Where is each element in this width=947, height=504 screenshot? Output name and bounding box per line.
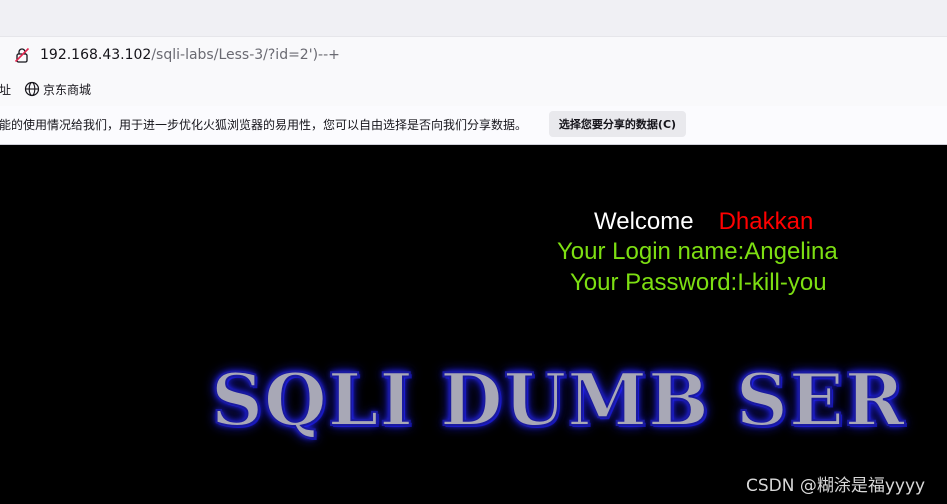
notification-bar: 能的使用情况给我们，用于进一步优化火狐浏览器的易用性，您可以自由选择是否向我们分… bbox=[0, 106, 947, 145]
page-content: Welcome Dhakkan Your Login name:Angelina … bbox=[0, 145, 947, 504]
insecure-lock-icon[interactable] bbox=[14, 47, 30, 63]
tab-strip bbox=[0, 0, 947, 36]
sqli-banner-logo: SQLI DUMB SER bbox=[210, 357, 906, 443]
csdn-watermark: CSDN @糊涂是福yyyy bbox=[746, 476, 926, 496]
url-path: /sqli-labs/Less-3/?id=2')--+ bbox=[151, 47, 340, 63]
urlbar-edge-icon bbox=[0, 47, 2, 63]
url-text[interactable]: 192.168.43.102/sqli-labs/Less-3/?id=2')-… bbox=[40, 46, 340, 64]
login-name-text: Your Login name:Angelina bbox=[557, 238, 838, 265]
globe-icon bbox=[24, 81, 40, 97]
password-text: Your Password:I-kill-you bbox=[570, 269, 827, 296]
welcome-name: Dhakkan bbox=[718, 208, 814, 235]
welcome-label: Welcome bbox=[594, 208, 694, 235]
bookmark-item-jd[interactable]: 京东商城 bbox=[43, 81, 91, 98]
bookmarks-toolbar: 址 京东商城 bbox=[0, 72, 947, 106]
welcome-line: Welcome Dhakkan bbox=[594, 207, 813, 237]
address-bar[interactable]: 192.168.43.102/sqli-labs/Less-3/?id=2')-… bbox=[0, 36, 947, 73]
notification-text: 能的使用情况给我们，用于进一步优化火狐浏览器的易用性，您可以自由选择是否向我们分… bbox=[0, 118, 528, 132]
choose-data-button[interactable]: 选择您要分享的数据(C) bbox=[549, 111, 686, 137]
url-host: 192.168.43.102 bbox=[40, 47, 152, 63]
bookmark-item-truncated[interactable]: 址 bbox=[0, 81, 11, 98]
